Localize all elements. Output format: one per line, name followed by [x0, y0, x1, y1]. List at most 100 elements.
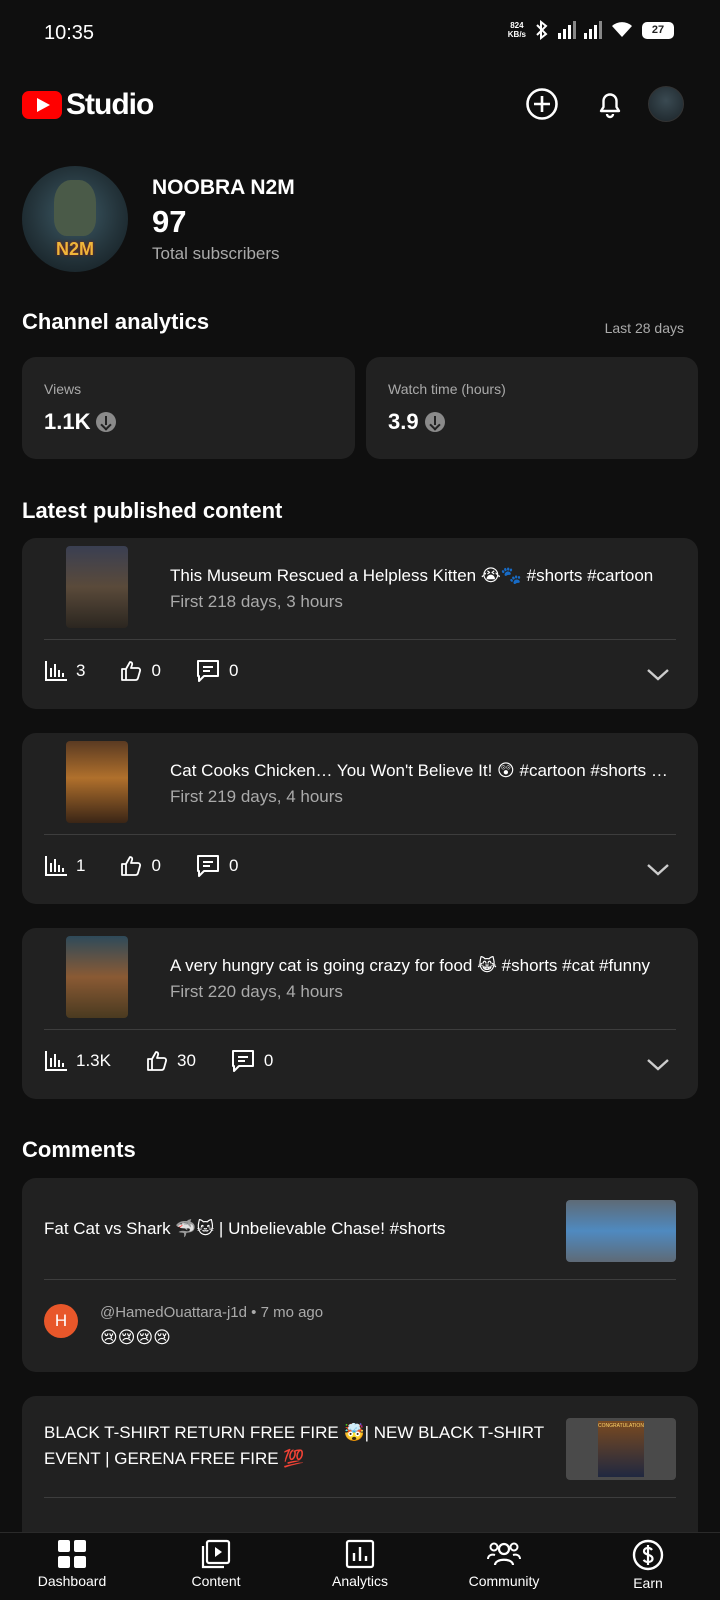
- video-title[interactable]: A very hungry cat is going crazy for foo…: [170, 956, 670, 976]
- views-card[interactable]: Views 1.1K: [22, 357, 355, 459]
- bar-chart-icon: [45, 661, 67, 681]
- thumbs-up-icon: [121, 661, 142, 681]
- analytics-period: Last 28 days: [604, 320, 684, 336]
- signal-icon: [558, 21, 576, 39]
- wifi-icon: [612, 22, 632, 37]
- avatar-figure: [54, 180, 96, 236]
- comment-video-title-line1: BLACK T-SHIRT RETURN FREE FIRE 🤯| NEW BL…: [44, 1423, 545, 1442]
- divider: [44, 1279, 676, 1280]
- likes-count: 30: [176, 1051, 196, 1070]
- net-speed: 824 KB/s: [508, 21, 526, 39]
- latest-content-title: Latest published content: [22, 498, 283, 523]
- comment-age: 7 mo ago: [260, 1304, 324, 1321]
- nav-community-label: Community: [468, 1573, 540, 1589]
- down-arrow-icon: [96, 412, 117, 432]
- community-icon: [487, 1542, 521, 1566]
- comment-icon: [196, 660, 219, 682]
- video-card[interactable]: Cat Cooks Chicken… You Won't Believe It!…: [22, 733, 698, 904]
- comments-stat: 0: [195, 658, 238, 684]
- bell-icon[interactable]: [592, 86, 628, 122]
- nav-earn-label: Earn: [633, 1575, 663, 1591]
- video-thumbnail[interactable]: [66, 936, 128, 1018]
- video-card[interactable]: A very hungry cat is going crazy for foo…: [22, 928, 698, 1099]
- thumbnail-caption: CONGRATULATIONS: [598, 1421, 644, 1477]
- video-title[interactable]: This Museum Rescued a Helpless Kitten 😭🐾…: [170, 566, 670, 586]
- youtube-studio-logo[interactable]: Studio: [22, 88, 154, 122]
- youtube-logo-icon: [22, 91, 62, 119]
- comment-video-thumbnail[interactable]: [566, 1200, 676, 1262]
- divider: [44, 639, 676, 640]
- video-thumbnail[interactable]: [66, 546, 128, 628]
- subscriber-label: Total subscribers: [152, 244, 280, 263]
- views-count: 1.3K: [76, 1051, 111, 1070]
- video-performance: First 218 days, 3 hours: [170, 592, 343, 611]
- comments-count: 0: [263, 1051, 274, 1070]
- bar-chart-icon: [45, 1051, 67, 1071]
- watch-time-value-row: 3.9: [388, 409, 445, 435]
- nav-analytics[interactable]: Analytics: [300, 1539, 420, 1589]
- channel-summary: N2M NOOBRA N2M 97 Total subscribers: [22, 166, 702, 276]
- analytics-icon: [345, 1539, 375, 1569]
- watch-time-value: 3.9: [388, 409, 419, 434]
- watch-time-label: Watch time (hours): [388, 381, 506, 397]
- chevron-down-icon[interactable]: [646, 857, 670, 881]
- video-card[interactable]: This Museum Rescued a Helpless Kitten 😭🐾…: [22, 538, 698, 709]
- likes-stat: 0: [119, 854, 161, 878]
- channel-analytics-title: Channel analytics: [22, 309, 210, 334]
- account-avatar[interactable]: [648, 86, 684, 122]
- meta-separator: •: [251, 1304, 261, 1321]
- divider: [44, 1029, 676, 1030]
- comment-video-title[interactable]: Fat Cat vs Shark 🦈🐱 | Unbelievable Chase…: [44, 1198, 524, 1260]
- chevron-down-icon[interactable]: [646, 662, 670, 686]
- views-count: 3: [76, 661, 86, 680]
- views-label: Views: [44, 381, 82, 397]
- watch-time-card[interactable]: Watch time (hours) 3.9: [366, 357, 698, 459]
- nav-content[interactable]: Content: [156, 1539, 276, 1589]
- status-icons: 824 KB/s 27: [508, 20, 674, 40]
- nav-analytics-label: Analytics: [331, 1573, 389, 1589]
- comment-video-title[interactable]: BLACK T-SHIRT RETURN FREE FIRE 🤯| NEW BL…: [44, 1420, 544, 1472]
- divider: [44, 834, 676, 835]
- net-speed-unit: KB/s: [507, 30, 526, 39]
- comments-title: Comments: [22, 1137, 136, 1162]
- comments-stat: 0: [195, 853, 238, 879]
- video-title[interactable]: Cat Cooks Chicken… You Won't Believe It!…: [170, 761, 670, 781]
- thumbs-up-icon: [147, 1051, 168, 1071]
- comment-icon: [231, 1050, 254, 1072]
- video-thumbnail[interactable]: [66, 741, 128, 823]
- video-performance: First 219 days, 4 hours: [170, 787, 343, 806]
- comment-video-thumbnail[interactable]: CONGRATULATIONS: [566, 1418, 676, 1480]
- subscriber-count: 97: [152, 204, 187, 239]
- views-count: 1: [76, 856, 86, 875]
- likes-stat: 0: [119, 659, 161, 683]
- divider: [44, 1497, 676, 1498]
- comment-card[interactable]: Fat Cat vs Shark 🦈🐱 | Unbelievable Chase…: [22, 1178, 698, 1372]
- likes-count: 0: [151, 856, 161, 875]
- nav-content-label: Content: [191, 1573, 241, 1589]
- app-header: Studio: [0, 80, 720, 130]
- create-icon[interactable]: [524, 86, 560, 122]
- video-stats: 1 0 0: [44, 853, 272, 879]
- nav-dashboard[interactable]: Dashboard: [12, 1539, 132, 1589]
- comments-count: 0: [228, 661, 239, 680]
- comment-icon: [196, 855, 219, 877]
- likes-count: 0: [151, 661, 161, 680]
- channel-name: NOOBRA N2M: [152, 176, 295, 199]
- comment-meta: @HamedOuattara-j1d • 7 mo ago: [100, 1304, 323, 1321]
- bluetooth-icon: [536, 20, 548, 40]
- down-arrow-icon: [424, 412, 445, 432]
- channel-avatar[interactable]: N2M: [22, 166, 128, 272]
- nav-earn[interactable]: Earn: [588, 1539, 708, 1591]
- status-time: 10:35: [44, 22, 95, 44]
- battery-icon: 27: [642, 21, 674, 39]
- nav-dashboard-label: Dashboard: [37, 1573, 107, 1589]
- comment-video-title-line2: EVENT | GERENA FREE FIRE 💯: [44, 1449, 305, 1468]
- nav-community[interactable]: Community: [444, 1539, 564, 1589]
- status-bar: 10:35 824 KB/s 27: [0, 0, 720, 70]
- content-icon: [201, 1539, 231, 1569]
- thumbs-up-icon: [121, 856, 142, 876]
- chevron-down-icon[interactable]: [646, 1052, 670, 1076]
- bottom-navigation: Dashboard Content Analytics Community Ea…: [0, 1532, 720, 1600]
- commenter-avatar[interactable]: H: [44, 1304, 78, 1338]
- video-stats: 1.3K 30 0: [44, 1048, 307, 1074]
